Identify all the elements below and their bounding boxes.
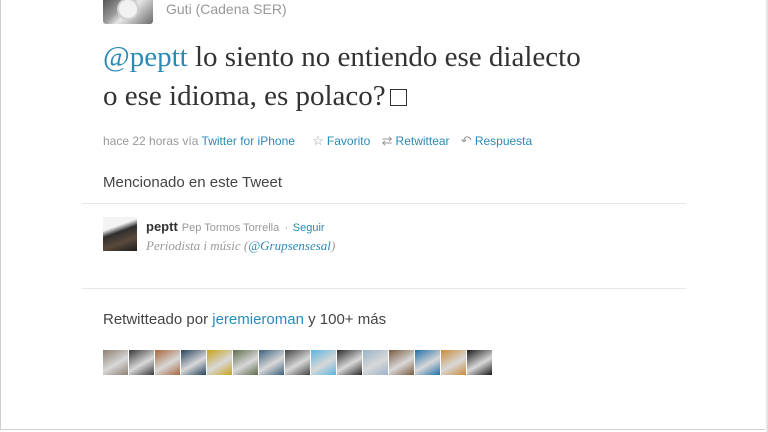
retweeter-avatar[interactable] <box>363 350 388 375</box>
follow-button[interactable]: Seguir <box>293 222 325 234</box>
separator-dot: · <box>284 222 289 234</box>
retweeter-avatar[interactable] <box>311 350 336 375</box>
retweeter-avatar[interactable] <box>259 350 284 375</box>
tweet-text: @peptt lo siento no entiendo ese dialect… <box>103 38 703 116</box>
retweeter-avatar[interactable] <box>181 350 206 375</box>
retweeted-by: Retwitteado por jeremieroman y 100+ más <box>103 311 386 328</box>
divider <box>82 203 686 204</box>
mentioned-user-fullname: Pep Tormos Torrella <box>181 222 280 234</box>
favorite-label: Favorito <box>326 134 371 148</box>
retweeter-avatar[interactable] <box>129 350 154 375</box>
reply-label: Respuesta <box>474 134 533 148</box>
mentioned-user-bio: Periodista i músic (@Grupsensesal) <box>146 238 335 254</box>
retweet-label: Retwittear <box>395 134 450 148</box>
mentioned-user-handle[interactable]: peptt <box>146 219 178 234</box>
reply-icon: ↶ <box>460 133 472 148</box>
mention-link[interactable]: @peptt <box>103 41 188 73</box>
tweet-meta: hace 22 horas vía Twitter for iPhone ☆ Fa… <box>103 133 532 149</box>
retweeter-link[interactable]: jeremieroman <box>212 311 304 328</box>
bio-text: Periodista i músic ( <box>146 238 249 253</box>
author-name[interactable]: Guti (Cadena SER) <box>166 1 287 17</box>
retweet-button[interactable]: ⇄ Retwittear <box>381 133 450 148</box>
reply-button[interactable]: ↶ Respuesta <box>460 133 533 148</box>
retweeter-avatar[interactable] <box>389 350 414 375</box>
retweeted-prefix: Retwitteado por <box>103 311 213 328</box>
missing-glyph-box <box>389 89 407 106</box>
retweeted-suffix: y 100+ más <box>303 311 387 328</box>
bio-suffix: ) <box>330 238 336 253</box>
retweeter-avatar[interactable] <box>441 350 466 375</box>
retweeter-avatars <box>103 350 492 375</box>
star-icon: ☆ <box>312 133 324 148</box>
retweeter-avatar[interactable] <box>233 350 258 375</box>
retweet-icon: ⇄ <box>381 133 393 148</box>
mentioned-user: peptt Pep Tormos Torrella · Seguir <box>146 218 325 236</box>
via-label: vía <box>182 134 199 148</box>
source-link[interactable]: Twitter for iPhone <box>202 134 295 148</box>
retweeter-avatar[interactable] <box>337 350 362 375</box>
author-avatar[interactable] <box>103 0 153 24</box>
mentioned-heading: Mencionado en este Tweet <box>103 174 283 191</box>
retweeter-avatar[interactable] <box>467 350 492 375</box>
retweeter-avatar[interactable] <box>207 350 232 375</box>
tweet-text-line2: o ese idioma, es polaco? <box>103 80 386 112</box>
mentioned-user-avatar[interactable] <box>103 217 137 251</box>
divider <box>82 288 686 289</box>
tweet-text-line1: lo siento no entiendo ese dialecto <box>187 41 581 73</box>
tweet-timestamp[interactable]: hace 22 horas <box>103 134 179 148</box>
retweeter-avatar[interactable] <box>103 350 128 375</box>
favorite-button[interactable]: ☆ Favorito <box>312 133 371 148</box>
retweeter-avatar[interactable] <box>155 350 180 375</box>
bio-link[interactable]: @Grupsensesal <box>248 238 331 253</box>
retweeter-avatar[interactable] <box>285 350 310 375</box>
retweeter-avatar[interactable] <box>415 350 440 375</box>
